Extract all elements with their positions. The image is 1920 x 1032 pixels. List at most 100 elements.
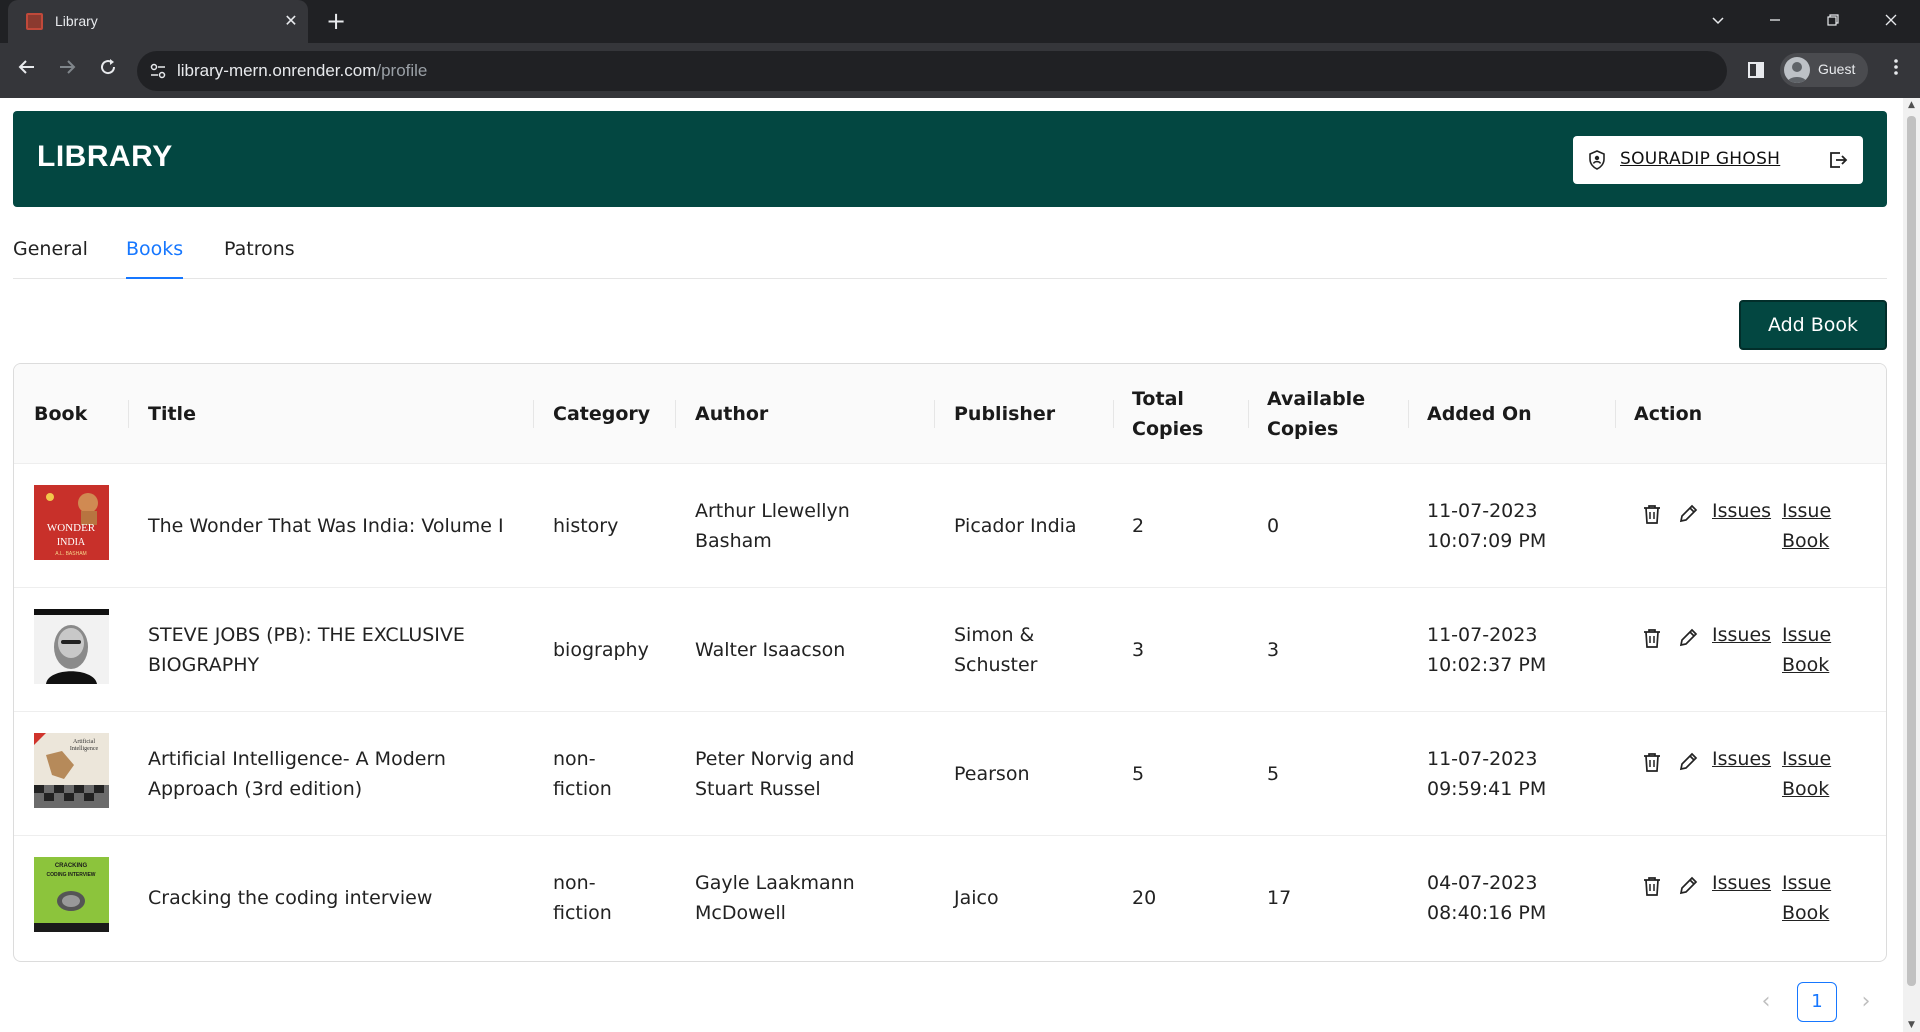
tab-general[interactable]: General — [13, 238, 88, 279]
brand-logo-text[interactable]: LIBRARY — [37, 140, 173, 174]
column-header-book: Book — [34, 403, 88, 425]
svg-text:CRACKING: CRACKING — [55, 863, 88, 869]
url-host: library-mern.onrender.com — [177, 61, 377, 80]
profile-label: Guest — [1818, 61, 1856, 77]
book-author: Gayle Laakmann McDowell — [695, 872, 855, 924]
tab-search-icon[interactable] — [1703, 8, 1733, 36]
book-added-date: 04-07-2023 — [1427, 872, 1538, 894]
column-header-title: Title — [148, 403, 196, 425]
restore-icon[interactable] — [1818, 8, 1848, 36]
book-title: Cracking the coding interview — [148, 887, 433, 909]
issues-link[interactable]: Issues — [1712, 868, 1771, 898]
edit-pencil-icon[interactable] — [1677, 503, 1699, 525]
add-book-button[interactable]: Add Book — [1739, 300, 1887, 350]
minimize-icon[interactable] — [1760, 8, 1790, 36]
column-header-author: Author — [695, 403, 769, 425]
tab-patrons[interactable]: Patrons — [224, 238, 295, 279]
book-category: biography — [553, 639, 649, 661]
page-number-button[interactable]: 1 — [1797, 982, 1837, 1022]
browser-menu-icon[interactable] — [1882, 56, 1910, 84]
table-row: CRACKING CODING INTERVIEW Cracking the c… — [14, 836, 1886, 960]
svg-text:Artificial: Artificial — [73, 738, 95, 745]
close-tab-icon[interactable]: ✕ — [280, 10, 302, 32]
book-total-copies: 5 — [1132, 763, 1145, 785]
logout-icon[interactable] — [1827, 149, 1849, 171]
svg-text:A.L. BASHAM: A.L. BASHAM — [55, 551, 86, 557]
issue-book-link[interactable]: Book — [1782, 774, 1829, 804]
book-author: Peter Norvig and Stuart Russel — [695, 748, 855, 800]
close-window-icon[interactable] — [1876, 8, 1906, 36]
app-header: LIBRARY SOURADIP GHOSH — [13, 111, 1887, 207]
book-total-copies: 3 — [1132, 639, 1145, 661]
book-cover-image: WONDER INDIA A.L. BASHAM — [34, 485, 109, 560]
back-arrow-icon[interactable] — [13, 56, 41, 84]
address-bar[interactable]: library-mern.onrender.com/profile — [137, 51, 1727, 91]
forward-arrow-icon[interactable] — [53, 56, 81, 84]
book-cover-image: CRACKING CODING INTERVIEW — [34, 857, 109, 932]
book-added-time: 10:02:37 PM — [1427, 654, 1547, 676]
issues-link[interactable]: Issues — [1712, 744, 1771, 774]
page-tabs: General Books Patrons — [13, 220, 1887, 279]
edit-pencil-icon[interactable] — [1677, 751, 1699, 773]
scroll-down-arrow-icon[interactable]: ▼ — [1906, 1020, 1917, 1030]
books-table: Book Title Category Author Publisher Tot… — [13, 363, 1887, 962]
edit-pencil-icon[interactable] — [1677, 875, 1699, 897]
svg-text:WONDER: WONDER — [47, 522, 96, 534]
guest-avatar-icon — [1784, 57, 1810, 83]
page-scrollbar[interactable]: ▲ ▼ — [1903, 98, 1920, 1032]
column-divider — [1408, 400, 1409, 428]
book-cover-image: Artificial Intelligence — [34, 733, 109, 808]
book-category: non- fiction — [553, 748, 612, 800]
book-publisher: Simon & Schuster — [954, 624, 1038, 676]
book-title: Artificial Intelligence- A Modern Approa… — [148, 748, 446, 800]
page-viewport: LIBRARY SOURADIP GHOSH General Books Pat… — [0, 98, 1920, 1032]
book-cover-image — [34, 609, 109, 684]
side-panel-icon[interactable] — [1742, 56, 1770, 84]
book-title: STEVE JOBS (PB): THE EXCLUSIVE BIOGRAPHY — [148, 624, 465, 676]
issue-book-link[interactable]: Book — [1782, 898, 1829, 928]
issues-link[interactable]: Issues — [1712, 496, 1771, 526]
svg-text:INDIA: INDIA — [57, 537, 86, 548]
delete-trash-icon[interactable] — [1641, 751, 1663, 773]
issue-book-link[interactable]: Book — [1782, 650, 1829, 680]
book-available-copies: 0 — [1267, 515, 1280, 537]
shield-user-icon — [1589, 150, 1605, 170]
issue-book-link[interactable]: Issue — [1782, 620, 1831, 650]
table-row: Artificial Intelligence Artificial Intel… — [14, 712, 1886, 836]
book-publisher: Jaico — [954, 887, 999, 909]
column-divider — [1248, 400, 1249, 428]
browser-tab[interactable]: Library ✕ — [8, 0, 308, 43]
profile-button[interactable]: Guest — [1780, 53, 1868, 87]
column-header-action: Action — [1634, 403, 1703, 425]
tab-books[interactable]: Books — [126, 238, 184, 279]
delete-trash-icon[interactable] — [1641, 503, 1663, 525]
column-header-publisher: Publisher — [954, 403, 1056, 425]
browser-toolbar: library-mern.onrender.com/profile Guest — [0, 43, 1920, 98]
column-divider — [1615, 400, 1616, 428]
table-row: STEVE JOBS (PB): THE EXCLUSIVE BIOGRAPHY… — [14, 588, 1886, 712]
book-available-copies: 3 — [1267, 639, 1280, 661]
issue-book-link[interactable]: Issue — [1782, 744, 1831, 774]
delete-trash-icon[interactable] — [1641, 627, 1663, 649]
user-name-link[interactable]: SOURADIP GHOSH — [1620, 149, 1780, 169]
reload-icon[interactable] — [94, 56, 122, 84]
book-available-copies: 17 — [1267, 887, 1292, 909]
issue-book-link[interactable]: Issue — [1782, 868, 1831, 898]
issue-book-link[interactable]: Issue — [1782, 496, 1831, 526]
issues-link[interactable]: Issues — [1712, 620, 1771, 650]
book-total-copies: 20 — [1132, 887, 1157, 909]
scroll-up-arrow-icon[interactable]: ▲ — [1906, 100, 1917, 110]
previous-page-icon[interactable]: ‹ — [1754, 990, 1778, 1014]
book-title: The Wonder That Was India: Volume I — [148, 515, 504, 537]
issue-book-link[interactable]: Book — [1782, 526, 1829, 556]
new-tab-button[interactable]: + — [322, 8, 350, 36]
edit-pencil-icon[interactable] — [1677, 627, 1699, 649]
column-header-category: Category — [553, 403, 651, 425]
user-box: SOURADIP GHOSH — [1573, 136, 1863, 184]
column-divider — [934, 400, 935, 428]
site-info-icon[interactable] — [149, 62, 167, 80]
next-page-icon[interactable]: › — [1854, 990, 1878, 1014]
scrollbar-thumb[interactable] — [1907, 116, 1916, 986]
delete-trash-icon[interactable] — [1641, 875, 1663, 897]
table-row: WONDER INDIA A.L. BASHAM The Wonder That… — [14, 464, 1886, 588]
